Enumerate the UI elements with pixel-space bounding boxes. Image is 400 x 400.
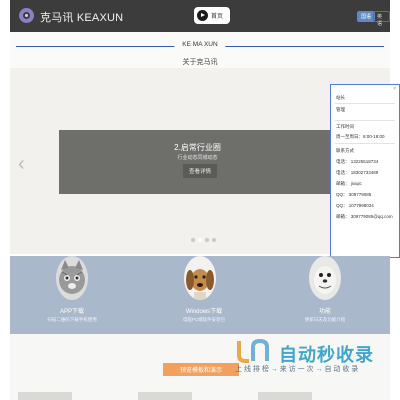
feature-label: APP下载 xyxy=(59,309,84,315)
panel-row: 电话： 18302733489 xyxy=(336,170,379,175)
carousel-dot-active[interactable] xyxy=(198,238,202,242)
panel-close-icon[interactable]: × xyxy=(393,86,396,92)
feature-section: APP下载 扫描二维码下载手机使用 Windows下载 电脑PC端软件安装包 功… xyxy=(10,256,390,334)
page: 克马讯 KEAXUN 首页 国语 英语 KE MA XUN 关于克马讯 ‹ 2.… xyxy=(0,0,400,400)
play-icon xyxy=(197,10,208,21)
panel-row: 管理 xyxy=(336,107,345,112)
panel-row: QQ： 309779085 xyxy=(336,192,372,197)
feature-app-download[interactable]: APP下载 扫描二维码下载手机使用 xyxy=(27,256,117,334)
watermark-slogan: 上 线 排 榜 → 来 访 一 次 → 自 动 收 录 xyxy=(235,366,359,373)
slide-subtitle: 行业动态同城动态 xyxy=(177,155,218,161)
top-navigation-bar: 克马讯 KEAXUN 首页 国语 英语 xyxy=(10,0,390,32)
contact-panel: × 站长 管理 工作时间 周一至周日：8:00-18:00 联系方式 电话： 1… xyxy=(330,84,400,258)
feature-label: 功能 xyxy=(318,309,331,315)
panel-divider xyxy=(335,103,395,104)
carousel-prev-arrow-icon[interactable]: ‹ xyxy=(18,154,25,174)
seal-icon xyxy=(309,256,341,300)
section-tag: KE MA XUN xyxy=(174,41,226,48)
carousel-dot[interactable] xyxy=(191,238,195,242)
template-thumbnail[interactable] xyxy=(18,392,72,400)
section-subtitle: 关于克马讯 xyxy=(182,59,218,66)
panel-row: 周一至周日：8:00-18:00 xyxy=(336,134,385,139)
home-button[interactable]: 首页 xyxy=(194,7,230,24)
language-english-button[interactable]: 英语 xyxy=(373,11,390,27)
feature-windows-download[interactable]: Windows下载 电脑PC端软件安装包 xyxy=(159,256,249,334)
panel-row: 邮箱： jixiqic xyxy=(336,181,362,186)
feature-description: 扫描二维码下载手机使用 xyxy=(47,317,97,322)
dog-icon xyxy=(184,256,216,300)
template-thumbnail[interactable] xyxy=(258,392,312,400)
panel-row: 电话： 13225518734 xyxy=(336,159,379,164)
carousel-indicators xyxy=(191,238,216,242)
cat-icon xyxy=(56,256,88,300)
panel-divider xyxy=(335,143,395,144)
panel-row: 邮箱： 309779085@qq.com xyxy=(336,214,393,219)
feature-description: 更新日志及功能介绍 xyxy=(304,317,346,322)
watermark: 自动秒收录 上 线 排 榜 → 来 访 一 次 → 自 动 收 录 xyxy=(235,337,390,381)
brand-logo-icon[interactable] xyxy=(19,8,34,23)
section-header: KE MA XUN 关于克马讯 xyxy=(10,32,390,68)
carousel-dot[interactable] xyxy=(212,238,216,242)
panel-row: 站长 xyxy=(336,95,345,100)
carousel-slide: 2.启常行业圈 行业动态同城动态 查看详情 xyxy=(59,130,336,194)
panel-divider xyxy=(335,120,395,121)
panel-row: 工作时间 xyxy=(336,124,354,129)
watermark-logo-icon xyxy=(237,338,269,363)
carousel-dot[interactable] xyxy=(205,238,209,242)
feature-description: 电脑PC端软件安装包 xyxy=(182,317,226,322)
brand-name[interactable]: 克马讯 KEAXUN xyxy=(40,9,123,25)
panel-row: 联系方式 xyxy=(336,148,354,153)
feature-functions[interactable]: 功能 更新日志及功能介绍 xyxy=(280,256,370,334)
demo-preview-button[interactable]: 预览模板和演示 xyxy=(163,363,239,376)
slide-title: 2.启常行业圈 xyxy=(174,143,221,152)
slide-detail-button[interactable]: 查看详情 xyxy=(183,164,217,178)
home-button-label: 首页 xyxy=(211,14,224,20)
feature-label: Windows下载 xyxy=(185,309,223,315)
template-thumbnail[interactable] xyxy=(138,392,192,400)
panel-row: QQ： 1077998034 xyxy=(336,203,374,208)
